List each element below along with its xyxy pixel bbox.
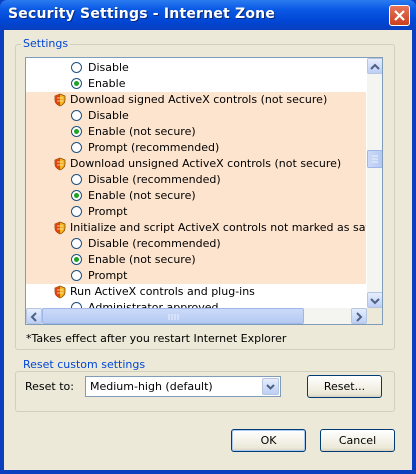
settings-list-items: Disable Enable Download signed ActiveX con… (26, 58, 366, 308)
horizontal-scroll-thumb[interactable] (42, 308, 304, 324)
scroll-up-button[interactable] (367, 58, 382, 74)
setting-option-label: Prompt (recommended) (88, 141, 220, 154)
dropdown-button[interactable] (262, 378, 279, 395)
radio-button[interactable] (71, 142, 82, 153)
scroll-down-button[interactable] (367, 292, 382, 308)
setting-category-label: Run ActiveX controls and plug-ins (70, 285, 255, 298)
ok-button[interactable]: OK (231, 429, 306, 452)
setting-option[interactable]: Prompt (26, 204, 366, 220)
grip-icon (372, 155, 378, 163)
arrow-left-icon (30, 312, 37, 322)
radio-button[interactable] (71, 270, 82, 281)
radio-button-selected[interactable] (71, 254, 82, 265)
radio-button-selected[interactable] (71, 78, 82, 89)
arrow-down-icon (370, 298, 380, 305)
setting-option-label: Disable (recommended) (88, 237, 221, 250)
restart-note: *Takes effect after you restart Internet… (26, 332, 287, 345)
setting-option[interactable]: Disable (26, 108, 366, 124)
radio-button-selected[interactable] (71, 126, 82, 137)
setting-option[interactable]: Prompt (recommended) (26, 140, 366, 156)
radio-button[interactable] (71, 206, 82, 217)
radio-button[interactable] (71, 62, 82, 73)
setting-option-label: Prompt (88, 269, 128, 282)
setting-category-label: Initialize and script ActiveX controls n… (70, 221, 366, 234)
setting-option-label: Prompt (88, 205, 128, 218)
setting-option[interactable]: Enable (not secure) (26, 124, 366, 140)
setting-option[interactable]: Prompt (26, 268, 366, 284)
setting-category[interactable]: Download unsigned ActiveX controls (not … (26, 156, 366, 172)
setting-option-label: Enable (not secure) (88, 125, 196, 138)
horizontal-scrollbar[interactable] (26, 308, 367, 324)
setting-category-label: Download signed ActiveX controls (not se… (70, 93, 328, 106)
setting-category-label: Download unsigned ActiveX controls (not … (70, 157, 342, 170)
close-button[interactable] (389, 5, 410, 26)
scroll-right-button[interactable] (351, 308, 367, 324)
activex-shield-icon (54, 221, 66, 235)
arrow-up-icon (370, 63, 380, 70)
setting-category[interactable]: Download signed ActiveX controls (not se… (26, 92, 366, 108)
setting-option[interactable]: Enable (26, 76, 366, 92)
radio-button-selected[interactable] (71, 190, 82, 201)
setting-option[interactable]: Disable (recommended) (26, 172, 366, 188)
radio-button[interactable] (71, 238, 82, 249)
activex-shield-icon (54, 93, 66, 107)
setting-option-label: Enable (not secure) (88, 253, 196, 266)
grip-icon (168, 314, 179, 320)
reset-to-label: Reset to: (25, 380, 74, 393)
close-icon (394, 10, 405, 21)
setting-category[interactable]: Run ActiveX controls and plug-ins (26, 284, 366, 300)
activex-shield-icon (54, 285, 66, 299)
setting-option-label: Enable (not secure) (88, 189, 196, 202)
radio-button[interactable] (71, 174, 82, 185)
vertical-scrollbar[interactable] (367, 58, 382, 308)
window-title: Security Settings - Internet Zone (8, 6, 276, 22)
scrollbar-corner (367, 308, 382, 324)
setting-option-label: Administrator approved (88, 301, 219, 308)
chevron-down-icon (266, 384, 275, 390)
arrow-right-icon (356, 312, 363, 322)
reset-button[interactable]: Reset... (307, 375, 382, 398)
vertical-scroll-thumb[interactable] (367, 150, 382, 168)
setting-option[interactable]: Enable (not secure) (26, 188, 366, 204)
setting-category[interactable]: Initialize and script ActiveX controls n… (26, 220, 366, 236)
reset-level-value: Medium-high (default) (90, 380, 213, 393)
reset-level-select[interactable]: Medium-high (default) (85, 376, 281, 397)
setting-option-label: Enable (88, 77, 126, 90)
settings-group-label: Settings (21, 37, 71, 50)
settings-list[interactable]: Disable Enable Download signed ActiveX con… (25, 57, 383, 325)
cancel-button[interactable]: Cancel (320, 429, 395, 452)
title-bar[interactable]: Security Settings - Internet Zone (0, 0, 416, 30)
setting-option[interactable]: Disable (26, 60, 366, 76)
radio-button[interactable] (71, 110, 82, 121)
setting-option-label: Disable (88, 109, 129, 122)
setting-option[interactable]: Administrator approved (26, 300, 366, 308)
setting-option[interactable]: Disable (recommended) (26, 236, 366, 252)
setting-option-label: Disable (88, 61, 129, 74)
activex-shield-icon (54, 157, 66, 171)
scroll-left-button[interactable] (26, 308, 42, 324)
reset-group-label: Reset custom settings (21, 358, 148, 371)
setting-option[interactable]: Enable (not secure) (26, 252, 366, 268)
setting-option-label: Disable (recommended) (88, 173, 221, 186)
